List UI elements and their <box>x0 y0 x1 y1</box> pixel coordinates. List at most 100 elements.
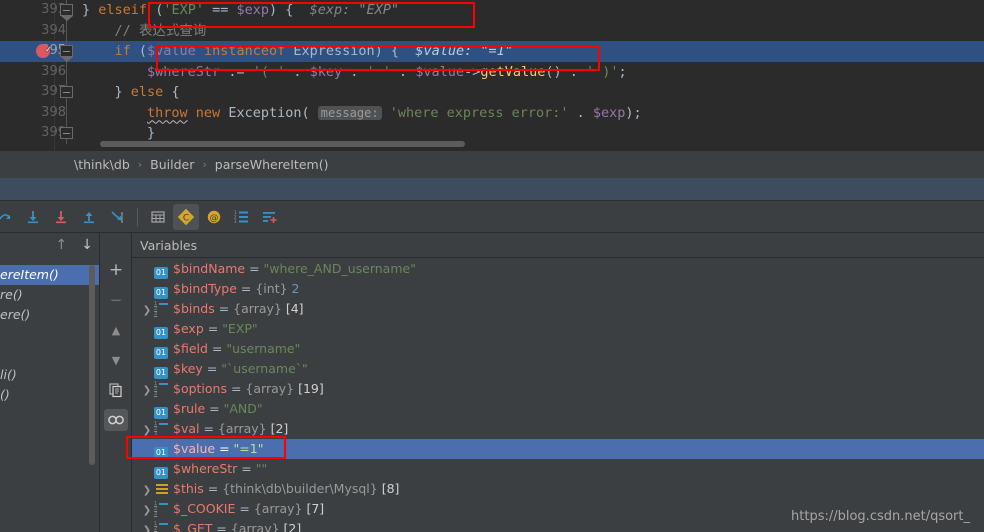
frames-scrollbar[interactable] <box>89 265 95 465</box>
breadcrumb-item-class[interactable]: Builder <box>150 157 194 172</box>
remove-watch-icon[interactable]: − <box>104 289 128 311</box>
settings-list-icon[interactable]: 123 <box>229 204 255 230</box>
array-value-icon: 123 <box>154 522 168 532</box>
tok-dot-2: . <box>342 63 367 80</box>
fold-column[interactable] <box>56 123 78 144</box>
editor-horizontal-scrollbar[interactable] <box>100 141 465 147</box>
fold-collapse-icon[interactable] <box>60 86 73 98</box>
variables-pane[interactable]: Variables 01 $bindName = "where_AND_usern… <box>132 233 984 532</box>
evaluate-expression-icon[interactable] <box>145 204 171 230</box>
breadcrumb-item-method[interactable]: parseWhereItem() <box>215 157 329 172</box>
add-watch-icon[interactable]: + <box>104 259 128 281</box>
breadcrumb[interactable]: \think\db › Builder › parseWhereItem() <box>0 150 984 178</box>
frame-item[interactable]: ereItem() <box>0 265 99 285</box>
variable-row[interactable]: 01 $key = "`username`" <box>132 359 984 379</box>
tok-brace: } <box>147 125 156 141</box>
fold-arrow-icon[interactable] <box>60 45 73 62</box>
fold-guide <box>66 20 67 41</box>
expand-chevron-icon[interactable]: ❯ <box>140 301 154 321</box>
fold-column[interactable] <box>56 82 78 103</box>
primitive-value-icon: 01 <box>154 447 168 459</box>
frame-item[interactable] <box>0 345 99 365</box>
variable-row[interactable]: ❯ 1 2 3 $val = {array} [2] <box>132 419 984 439</box>
tok-semicolon: ; <box>618 63 627 80</box>
copy-value-icon[interactable] <box>104 379 128 401</box>
watches-icon[interactable]: C <box>173 203 199 230</box>
tab-variables[interactable]: Variables <box>132 233 984 258</box>
variables-list[interactable]: 01 $bindName = "where_AND_username" 01 $bin… <box>132 259 984 532</box>
scroll-down-icon[interactable]: ↓ <box>81 237 93 253</box>
move-up-icon[interactable]: ▲ <box>104 319 128 341</box>
variable-name: $binds <box>173 301 215 316</box>
variable-row[interactable]: ❯ $this = {think\db\builder\Mysql} [8] <box>132 479 984 499</box>
variable-value: "EXP" <box>222 321 258 336</box>
frame-item[interactable]: () <box>0 385 99 405</box>
variable-row[interactable]: 01 $exp = "EXP" <box>132 319 984 339</box>
variable-row[interactable]: 01 $value = "=1" <box>132 439 984 459</box>
expand-chevron-icon[interactable]: ❯ <box>140 521 154 532</box>
scroll-up-icon[interactable]: ↑ <box>56 237 68 253</box>
breadcrumb-item-namespace[interactable]: \think\db <box>74 157 130 172</box>
equals-sign: = <box>202 361 222 376</box>
fold-column[interactable] <box>56 61 78 82</box>
variable-row[interactable]: 01 $whereStr = "" <box>132 459 984 479</box>
run-to-cursor-icon[interactable] <box>104 204 130 230</box>
variable-row[interactable]: ❯ 1 2 3 $binds = {array} [4] <box>132 299 984 319</box>
frame-item[interactable]: ere() <box>0 305 99 325</box>
code-line-394[interactable]: 394 // 表达式查询 <box>0 20 984 41</box>
frame-item[interactable]: re() <box>0 285 99 305</box>
variable-row[interactable]: 01 $field = "username" <box>132 339 984 359</box>
code-text: if ($value instanceof Expression) { $val… <box>82 41 513 62</box>
step-over-icon[interactable] <box>0 204 18 230</box>
variable-name: $_COOKIE <box>173 501 236 516</box>
code-editor[interactable]: 393 } elseif ('EXP' == $exp) { $exp: "EX… <box>0 0 984 150</box>
inline-watch-icon[interactable] <box>104 409 128 431</box>
fold-column[interactable] <box>56 102 78 123</box>
element-count: [2] <box>270 421 289 436</box>
watch-tools-column[interactable]: + − ▲ ▼ <box>101 233 132 532</box>
frames-header[interactable]: ↑ ↓ <box>0 233 99 257</box>
step-into-icon[interactable] <box>20 204 46 230</box>
code-line-396[interactable]: 396 $whereStr .= '( ' . $key . ' ' . $va… <box>0 61 984 83</box>
debugger-toolbar[interactable]: C @ 123 <box>0 201 984 233</box>
expand-chevron-icon[interactable]: ❯ <box>140 501 154 521</box>
frame-item[interactable]: li() <box>0 365 99 385</box>
force-step-into-icon[interactable] <box>48 204 74 230</box>
primitive-value-icon: 01 <box>154 327 168 339</box>
equals-sign: = <box>203 321 223 336</box>
tok-keyword: if <box>114 43 131 59</box>
tok-string: 'where express error:' <box>389 104 569 121</box>
code-line-397[interactable]: 397 } else { <box>0 82 984 103</box>
variable-row[interactable]: 01 $rule = "AND" <box>132 399 984 419</box>
expand-chevron-icon[interactable]: ❯ <box>140 381 154 401</box>
fold-column[interactable] <box>56 20 78 41</box>
code-line-393[interactable]: 393 } elseif ('EXP' == $exp) { $exp: "EX… <box>0 0 984 21</box>
variable-row[interactable]: 01 $bindType = {int} 2 <box>132 279 984 299</box>
primitive-value-icon: 01 <box>154 407 168 419</box>
variable-row[interactable]: 01 $bindName = "where_AND_username" <box>132 259 984 279</box>
expand-chevron-icon[interactable]: ❯ <box>140 481 154 501</box>
frame-item[interactable] <box>0 325 99 345</box>
variable-row[interactable]: ❯ 1 2 3 $options = {array} [19] <box>132 379 984 399</box>
equals-sign: = <box>237 461 256 476</box>
fold-arrow-icon[interactable] <box>60 4 73 21</box>
fold-column[interactable] <box>56 41 78 62</box>
breakpoint-icon[interactable] <box>36 40 51 61</box>
fold-collapse-icon[interactable] <box>60 127 73 139</box>
move-down-icon[interactable]: ▼ <box>104 349 128 371</box>
frames-list[interactable]: ereItem() re() ere() li() () <box>0 265 99 405</box>
tok-variable-3: $value <box>415 63 465 80</box>
step-out-icon[interactable] <box>76 204 102 230</box>
mute-breakpoints-icon[interactable]: @ <box>201 204 227 230</box>
frames-pane[interactable]: ↑ ↓ ereItem() re() ere() li() () <box>0 233 100 532</box>
expand-chevron-icon[interactable]: ❯ <box>140 421 154 441</box>
tok-dot-3: . <box>390 63 416 80</box>
code-line-398[interactable]: 398 throw new Exception( message: 'where… <box>0 102 984 123</box>
variable-value: 2 <box>291 281 300 296</box>
add-to-watches-icon[interactable] <box>257 204 283 230</box>
code-text: $whereStr .= '( ' . $key . ' ' . $value-… <box>82 62 627 83</box>
inline-param-hint: $value: "=1" <box>415 43 513 59</box>
code-line-395[interactable]: 395 if ($value instanceof Expression) { … <box>0 40 984 62</box>
fold-column[interactable] <box>56 0 78 21</box>
tok-keyword2: new <box>187 104 229 121</box>
